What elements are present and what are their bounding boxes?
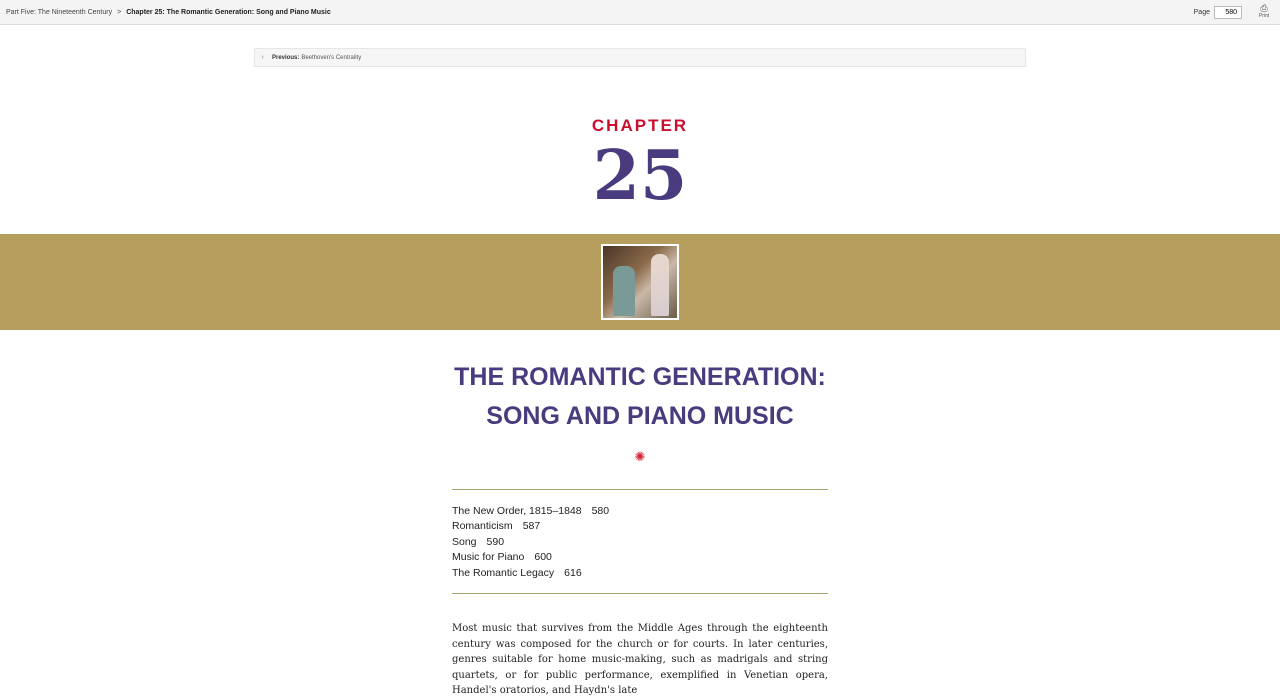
toc-item[interactable]: The Romantic Legacy 616 [452,566,609,581]
toc-item[interactable]: Music for Piano 600 [452,550,609,565]
chapter-contents: The New Order, 1815–1848 580 Romanticism 5… [452,504,609,581]
page-navigator: Page [1194,6,1242,19]
toc-item[interactable]: The New Order, 1815–1848 580 [452,504,609,519]
toc-item[interactable]: Romanticism 587 [452,519,609,534]
intro-paragraph: Most music that survives from the Middle… [452,623,828,696]
breadcrumb-part[interactable]: Part Five: The Nineteenth Century [6,9,112,16]
breadcrumb-current: Chapter 25: The Romantic Generation: Son… [126,8,331,16]
print-label: Print [1258,13,1270,19]
previous-section-link[interactable]: ↑ Previous: Beethoven's Centrality [254,48,1026,67]
chapter-title-line2: SONG AND PIANO MUSIC [486,402,794,430]
page-label: Page [1193,9,1210,16]
chapter-number: 25 [592,136,688,216]
previous-label: Previous: [272,54,300,61]
previous-title: Beethoven's Centrality [301,54,362,61]
chapter-label: CHAPTER [591,116,689,135]
divider [452,593,828,594]
chapter-painting [601,244,679,320]
chapter-title: THE ROMANTIC GENERATION: SONG AND PIANO … [0,358,1280,436]
toc-item[interactable]: Song 590 [452,535,609,550]
ornament-icon: ✺ [634,449,646,464]
breadcrumb-bar: Part Five: The Nineteenth Century > Chap… [0,0,1280,25]
divider [452,489,828,490]
arrow-up-icon: ↑ [261,54,264,61]
breadcrumb-separator: > [117,8,122,16]
chapter-title-line1: THE ROMANTIC GENERATION: [454,363,826,391]
printer-icon: ⎙ [1260,3,1268,13]
page-input[interactable] [1214,6,1242,19]
print-button[interactable]: ⎙ Print [1257,3,1271,20]
